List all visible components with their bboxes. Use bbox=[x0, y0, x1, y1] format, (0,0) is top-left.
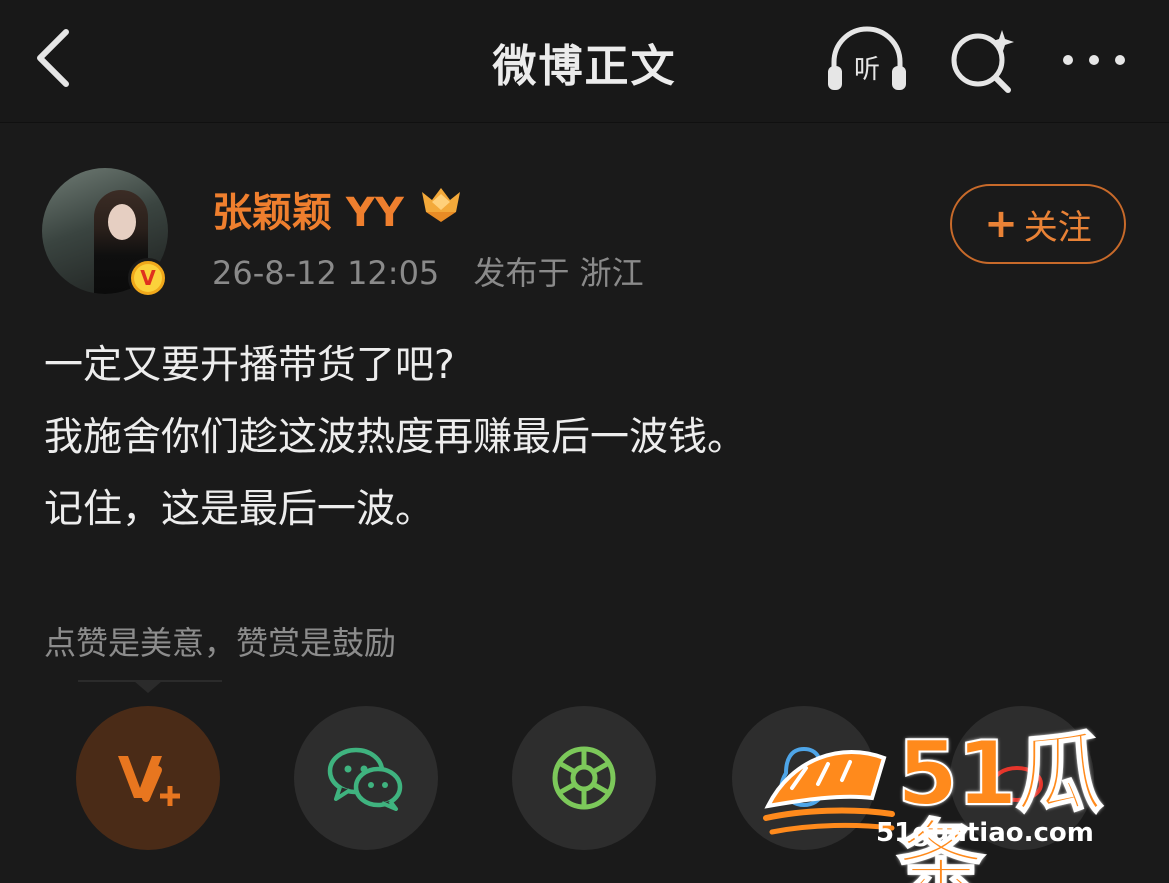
post-location: 发布于 浙江 bbox=[473, 254, 644, 292]
reward-button[interactable] bbox=[76, 706, 220, 850]
search-button[interactable] bbox=[940, 22, 1030, 98]
verified-badge-icon: V bbox=[128, 258, 168, 298]
post-timestamp: 26-8-12 12:05 bbox=[212, 254, 440, 292]
more-button[interactable] bbox=[1050, 22, 1140, 98]
reward-hint: 点赞是美意，赞赏是鼓励 bbox=[44, 624, 397, 662]
verified-badge-label: V bbox=[134, 264, 162, 292]
avatar-face bbox=[108, 204, 136, 240]
plus-icon: + bbox=[984, 201, 1018, 247]
listen-button[interactable]: 听 bbox=[822, 22, 912, 98]
share-moments-button[interactable] bbox=[512, 706, 656, 850]
member-crown-icon bbox=[422, 188, 460, 222]
top-navigation-bar: 微博正文 听 bbox=[0, 0, 1169, 123]
more-dots-icon bbox=[1063, 55, 1125, 65]
wechat-icon bbox=[327, 747, 403, 811]
reward-v-plus-icon bbox=[118, 756, 180, 806]
watermark-brand: 51瓜条 bbox=[896, 722, 1104, 883]
search-sparkle-icon bbox=[951, 30, 1014, 93]
post-meta: 26-8-12 12:05 发布于 浙江 bbox=[212, 248, 644, 294]
headphones-listen-icon: 听 bbox=[828, 26, 906, 90]
tab-caret bbox=[134, 681, 162, 693]
post-content: 一定又要开播带货了吧? 我施舍你们趁这波热度再赚最后一波钱。 记住，这是最后一波… bbox=[44, 330, 1124, 546]
listen-label: 听 bbox=[854, 55, 880, 85]
follow-label: 关注 bbox=[1023, 207, 1092, 248]
share-wechat-button[interactable] bbox=[294, 706, 438, 850]
follow-button[interactable]: + 关注 bbox=[950, 184, 1126, 264]
post-line: 一定又要开播带货了吧? bbox=[44, 343, 455, 388]
chevron-left-icon bbox=[37, 29, 69, 87]
watermark-url: 51guatiao.com bbox=[876, 818, 1094, 848]
author-name[interactable]: 张颖颖 YY bbox=[212, 180, 404, 238]
post-line: 我施舍你们趁这波热度再赚最后一波钱。 bbox=[44, 415, 747, 460]
back-button[interactable] bbox=[30, 26, 80, 90]
post-line: 记住，这是最后一波。 bbox=[44, 487, 435, 532]
moments-icon bbox=[552, 746, 616, 810]
